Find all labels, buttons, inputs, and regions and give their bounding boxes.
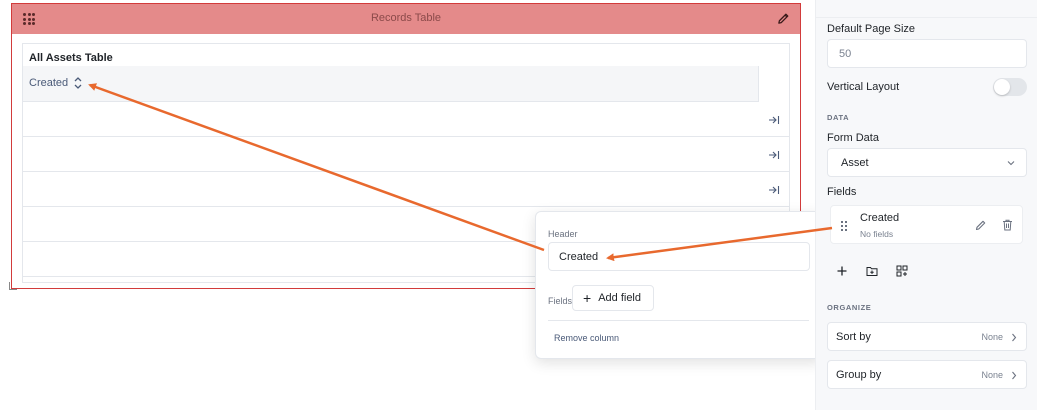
column-end-cell (758, 66, 789, 102)
vertical-layout-toggle[interactable] (993, 78, 1027, 96)
vertical-layout-label: Vertical Layout (827, 81, 900, 93)
header-label: Header (548, 229, 578, 239)
column-header-created[interactable]: Created (29, 77, 68, 89)
widget-header: Records Table (12, 4, 800, 34)
chevron-down-icon (1007, 161, 1015, 166)
properties-panel: Default Page Size 50 Vertical Layout DAT… (815, 0, 1037, 410)
chevron-right-icon (1012, 371, 1017, 380)
data-section-heading: DATA (827, 113, 850, 122)
form-data-select[interactable]: Asset (827, 148, 1027, 177)
divider (548, 320, 809, 321)
fields-label: Fields (827, 186, 857, 198)
field-name: Created (860, 212, 900, 224)
plus-icon[interactable] (836, 265, 848, 277)
chevron-right-icon (1012, 333, 1017, 342)
field-subtitle: No fields (860, 229, 894, 239)
form-data-value: Asset (841, 157, 869, 169)
default-page-size-label: Default Page Size (827, 23, 916, 35)
pencil-icon[interactable] (777, 12, 790, 25)
trash-icon[interactable] (1002, 219, 1013, 231)
sort-icon[interactable] (73, 76, 83, 90)
table-row (23, 102, 789, 137)
add-grid-icon[interactable] (896, 265, 908, 277)
plus-icon: + (583, 290, 592, 306)
add-field-button[interactable]: + Add field (572, 285, 654, 311)
collapse-right-icon[interactable] (768, 114, 780, 126)
toggle-knob (994, 79, 1010, 95)
form-data-label: Form Data (827, 132, 879, 144)
sort-by-label: Sort by (836, 331, 871, 343)
resize-handle[interactable] (9, 282, 17, 290)
collapse-right-icon[interactable] (768, 184, 780, 196)
add-folder-icon[interactable] (866, 265, 878, 277)
sort-by-row[interactable]: Sort by None (827, 322, 1027, 351)
header-input[interactable] (548, 242, 810, 271)
remove-column-button[interactable]: Remove column (554, 333, 619, 343)
add-field-label: Add field (598, 292, 641, 304)
sort-by-value: None (981, 332, 1003, 342)
group-by-value: None (981, 370, 1003, 380)
table-title: All Assets Table (29, 52, 113, 64)
collapse-right-icon[interactable] (768, 149, 780, 161)
organize-section-heading: ORGANIZE (827, 303, 872, 312)
widget-title: Records Table (370, 12, 442, 24)
default-page-size-input[interactable]: 50 (827, 39, 1027, 68)
pencil-icon[interactable] (975, 219, 987, 231)
grip-icon[interactable] (841, 221, 847, 231)
group-by-label: Group by (836, 369, 882, 381)
fields-label: Fields (548, 296, 573, 306)
group-by-row[interactable]: Group by None (827, 360, 1027, 389)
divider (816, 17, 1037, 18)
column-edit-popover: Header Fields + Add field Remove column (535, 211, 822, 359)
table-row (23, 172, 789, 207)
field-item-created[interactable]: Created No fields (830, 205, 1023, 244)
table-header-row: Created (23, 66, 789, 102)
table-row (23, 137, 789, 172)
